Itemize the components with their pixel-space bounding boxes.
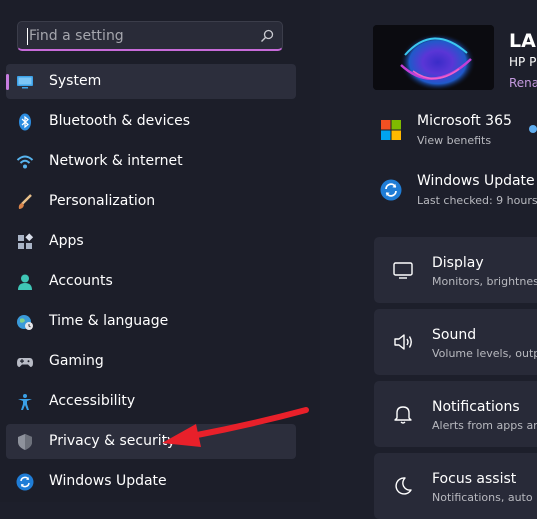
sidebar-item-label: Gaming xyxy=(49,353,104,369)
device-wallpaper-thumbnail[interactable] xyxy=(373,25,494,90)
card-title: Focus assist xyxy=(432,471,517,487)
sidebar-item-personalization[interactable]: Personalization xyxy=(6,184,296,219)
card-sound[interactable]: Sound Volume levels, outp xyxy=(374,309,537,375)
selection-indicator xyxy=(6,74,9,90)
status-dot xyxy=(529,125,537,133)
sidebar-item-label: System xyxy=(49,73,102,89)
update-icon xyxy=(16,473,34,491)
quick-link-subtitle: Last checked: 9 hours xyxy=(417,194,537,207)
device-model: HP P xyxy=(509,55,537,69)
search-placeholder: Find a setting xyxy=(29,28,124,44)
sidebar-item-windows-update[interactable]: Windows Update xyxy=(6,464,296,499)
card-subtitle: Monitors, brightnes xyxy=(432,275,537,288)
windows-update-link[interactable]: Windows Update Last checked: 9 hours xyxy=(376,173,537,213)
search-icon[interactable] xyxy=(260,29,274,43)
card-title: Display xyxy=(432,255,484,271)
quick-link-subtitle: View benefits xyxy=(417,134,492,147)
update-icon xyxy=(380,179,402,201)
sidebar-item-apps[interactable]: Apps xyxy=(6,224,296,259)
person-icon xyxy=(18,274,32,290)
sidebar-item-label: Privacy & security xyxy=(49,433,176,449)
rename-link[interactable]: Rena xyxy=(509,76,537,90)
card-subtitle: Notifications, auto xyxy=(432,491,533,504)
sidebar-item-network[interactable]: Network & internet xyxy=(6,144,296,179)
monitor-icon xyxy=(17,76,33,89)
settings-sidebar: Find a setting System Bluetooth & device… xyxy=(0,0,320,502)
search-input[interactable]: Find a setting xyxy=(17,21,283,51)
bell-icon xyxy=(394,406,412,424)
card-title: Sound xyxy=(432,327,477,343)
quick-link-title: Windows Update xyxy=(417,173,535,189)
shield-icon xyxy=(18,434,32,450)
card-title: Notifications xyxy=(432,399,520,415)
quick-link-title: Microsoft 365 xyxy=(417,113,512,129)
sidebar-item-system[interactable]: System xyxy=(6,64,296,99)
gamepad-icon xyxy=(17,358,33,367)
sidebar-item-privacy-security[interactable]: Privacy & security xyxy=(6,424,296,459)
card-subtitle: Alerts from apps an xyxy=(432,419,537,432)
microsoft-logo-icon xyxy=(381,120,401,140)
accessibility-icon xyxy=(18,394,32,410)
card-display[interactable]: Display Monitors, brightnes xyxy=(374,237,537,303)
sidebar-item-label: Network & internet xyxy=(49,153,183,169)
speaker-icon xyxy=(394,334,412,350)
device-name: LAF xyxy=(509,30,537,52)
globe-clock-icon xyxy=(17,315,33,330)
card-subtitle: Volume levels, outp xyxy=(432,347,537,360)
moon-icon xyxy=(395,477,412,495)
sidebar-item-label: Accounts xyxy=(49,273,113,289)
sidebar-item-label: Accessibility xyxy=(49,393,136,409)
card-notifications[interactable]: Notifications Alerts from apps an xyxy=(374,381,537,447)
microsoft-365-link[interactable]: Microsoft 365 View benefits xyxy=(376,113,537,153)
wifi-icon xyxy=(16,155,34,169)
sidebar-item-label: Windows Update xyxy=(49,473,167,489)
sidebar-item-gaming[interactable]: Gaming xyxy=(6,344,296,379)
wallpaper-image xyxy=(373,25,494,90)
sidebar-item-bluetooth[interactable]: Bluetooth & devices xyxy=(6,104,296,139)
display-icon xyxy=(393,262,413,279)
apps-icon xyxy=(18,233,34,249)
bluetooth-icon xyxy=(19,113,31,131)
card-focus-assist[interactable]: Focus assist Notifications, auto xyxy=(374,453,537,519)
sidebar-item-label: Time & language xyxy=(49,313,169,329)
sidebar-item-label: Apps xyxy=(49,233,84,249)
sidebar-item-label: Personalization xyxy=(49,193,156,209)
sidebar-item-accessibility[interactable]: Accessibility xyxy=(6,384,296,419)
brush-icon xyxy=(18,194,32,209)
text-cursor xyxy=(27,28,28,45)
sidebar-item-accounts[interactable]: Accounts xyxy=(6,264,296,299)
sidebar-item-time-language[interactable]: Time & language xyxy=(6,304,296,339)
sidebar-item-label: Bluetooth & devices xyxy=(49,113,191,129)
